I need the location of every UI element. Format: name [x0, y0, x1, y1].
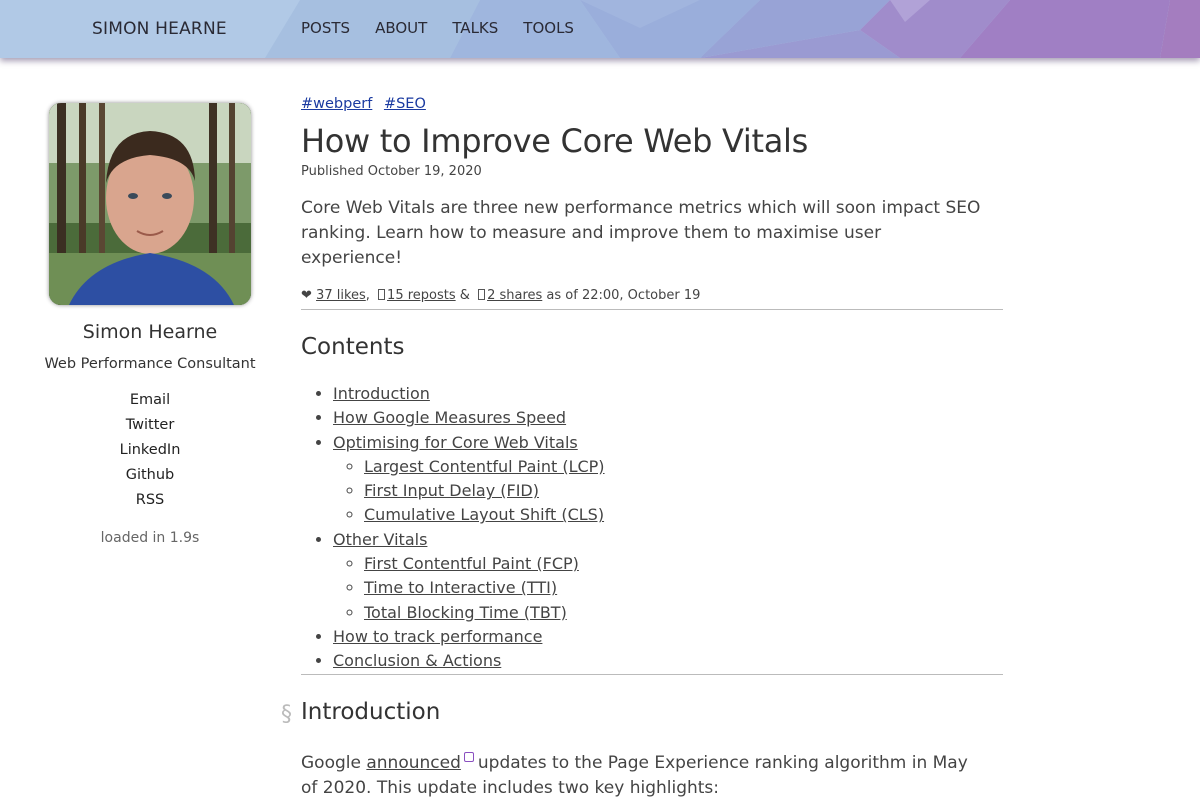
toc-link-track-performance[interactable]: How to track performance — [333, 627, 542, 646]
toc-item: Time to Interactive (TTI) — [364, 576, 1003, 600]
repost-icon — [378, 289, 386, 300]
toc-link-fid[interactable]: First Input Delay (FID) — [364, 481, 539, 500]
divider — [301, 309, 1003, 310]
toc-item: First Input Delay (FID) — [364, 479, 1003, 503]
toc-link-other-vitals[interactable]: Other Vitals — [333, 530, 427, 549]
toc-sublist: Largest Contentful Paint (LCP) First Inp… — [333, 455, 1003, 528]
social-stats: ❤ 37 likes, 15 reposts & 2 shares as of … — [301, 288, 701, 303]
intro-paragraph: Google announced updates to the Page Expe… — [301, 751, 981, 800]
toc-item: How Google Measures Speed — [333, 406, 1003, 430]
toc-link-lcp[interactable]: Largest Contentful Paint (LCP) — [364, 457, 605, 476]
shares-link[interactable]: 2 shares — [487, 288, 542, 303]
ampersand: & — [459, 288, 470, 303]
intro-section: § Introduction Google announced updates t… — [281, 698, 1003, 800]
link-github[interactable]: Github — [126, 467, 175, 483]
toc-sublist: First Contentful Paint (FCP) Time to Int… — [333, 552, 1003, 625]
tag-seo[interactable]: #SEO — [384, 96, 426, 112]
divider — [301, 673, 1003, 675]
toc-link-tbt[interactable]: Total Blocking Time (TBT) — [364, 603, 567, 622]
author-links: Email Twitter LinkedIn Github RSS — [40, 392, 260, 517]
nav-talks[interactable]: TALKS — [452, 19, 498, 37]
link-email[interactable]: Email — [130, 392, 170, 408]
heart-icon: ❤ — [301, 288, 312, 303]
toc-link-conclusion[interactable]: Conclusion & Actions — [333, 651, 501, 670]
page-title: How to Improve Core Web Vitals — [301, 122, 809, 160]
announced-link[interactable]: announced — [366, 753, 461, 773]
avatar — [49, 103, 251, 305]
link-rss[interactable]: RSS — [136, 492, 164, 508]
tag-list: #webperf #SEO — [301, 96, 1003, 112]
nav-posts[interactable]: POSTS — [301, 19, 350, 37]
toc-item: First Contentful Paint (FCP) — [364, 552, 1003, 576]
likes-link[interactable]: 37 likes — [316, 288, 366, 303]
toc-item: Cumulative Layout Shift (CLS) — [364, 503, 1003, 527]
site-brand-link[interactable]: SIMON HEARNE — [92, 19, 227, 39]
toc-item: Largest Contentful Paint (LCP) — [364, 455, 1003, 479]
stats-timestamp: as of 22:00, October 19 — [546, 288, 701, 303]
section-anchor-link[interactable]: § — [281, 702, 292, 727]
external-link-icon — [463, 751, 474, 762]
published-date: Published October 19, 2020 — [301, 164, 482, 179]
toc-item: Conclusion & Actions — [333, 649, 1003, 673]
article: #webperf #SEO How to Improve Core Web Vi… — [281, 96, 1003, 800]
page-load-time: loaded in 1.9s — [100, 530, 200, 546]
nav-about[interactable]: ABOUT — [375, 19, 427, 37]
author-photo — [49, 103, 251, 305]
toc-link-introduction[interactable]: Introduction — [333, 384, 430, 403]
table-of-contents: Introduction How Google Measures Speed O… — [301, 382, 1003, 674]
toc-link-optimising[interactable]: Optimising for Core Web Vitals — [333, 433, 578, 452]
toc-link-how-google-measures[interactable]: How Google Measures Speed — [333, 408, 566, 427]
toc-item: Introduction — [333, 382, 1003, 406]
intro-heading: Introduction — [301, 698, 441, 725]
share-icon — [478, 289, 486, 300]
toc-link-tti[interactable]: Time to Interactive (TTI) — [364, 578, 557, 597]
toc-item: Total Blocking Time (TBT) — [364, 601, 1003, 625]
toc-item: Other Vitals First Contentful Paint (FCP… — [333, 528, 1003, 625]
toc-link-fcp[interactable]: First Contentful Paint (FCP) — [364, 554, 579, 573]
nav-tools[interactable]: TOOLS — [523, 19, 574, 37]
intro-text-start: Google — [301, 752, 361, 773]
link-linkedin[interactable]: LinkedIn — [120, 442, 181, 458]
author-role: Web Performance Consultant — [44, 356, 256, 372]
link-twitter[interactable]: Twitter — [126, 417, 175, 433]
site-header: SIMON HEARNE POSTS ABOUT TALKS TOOLS — [0, 0, 1200, 58]
author-sidebar: Simon Hearne Web Performance Consultant … — [40, 103, 260, 546]
toc-item: Optimising for Core Web Vitals Largest C… — [333, 431, 1003, 528]
reposts-link[interactable]: 15 reposts — [387, 288, 456, 303]
toc-item: How to track performance — [333, 625, 1003, 649]
article-lead: Core Web Vitals are three new performanc… — [301, 198, 981, 268]
main-nav: POSTS ABOUT TALKS TOOLS — [301, 19, 599, 37]
tag-webperf[interactable]: #webperf — [301, 96, 372, 112]
toc-link-cls[interactable]: Cumulative Layout Shift (CLS) — [364, 505, 604, 524]
contents-heading: Contents — [301, 334, 405, 360]
author-name: Simon Hearne — [82, 321, 218, 343]
